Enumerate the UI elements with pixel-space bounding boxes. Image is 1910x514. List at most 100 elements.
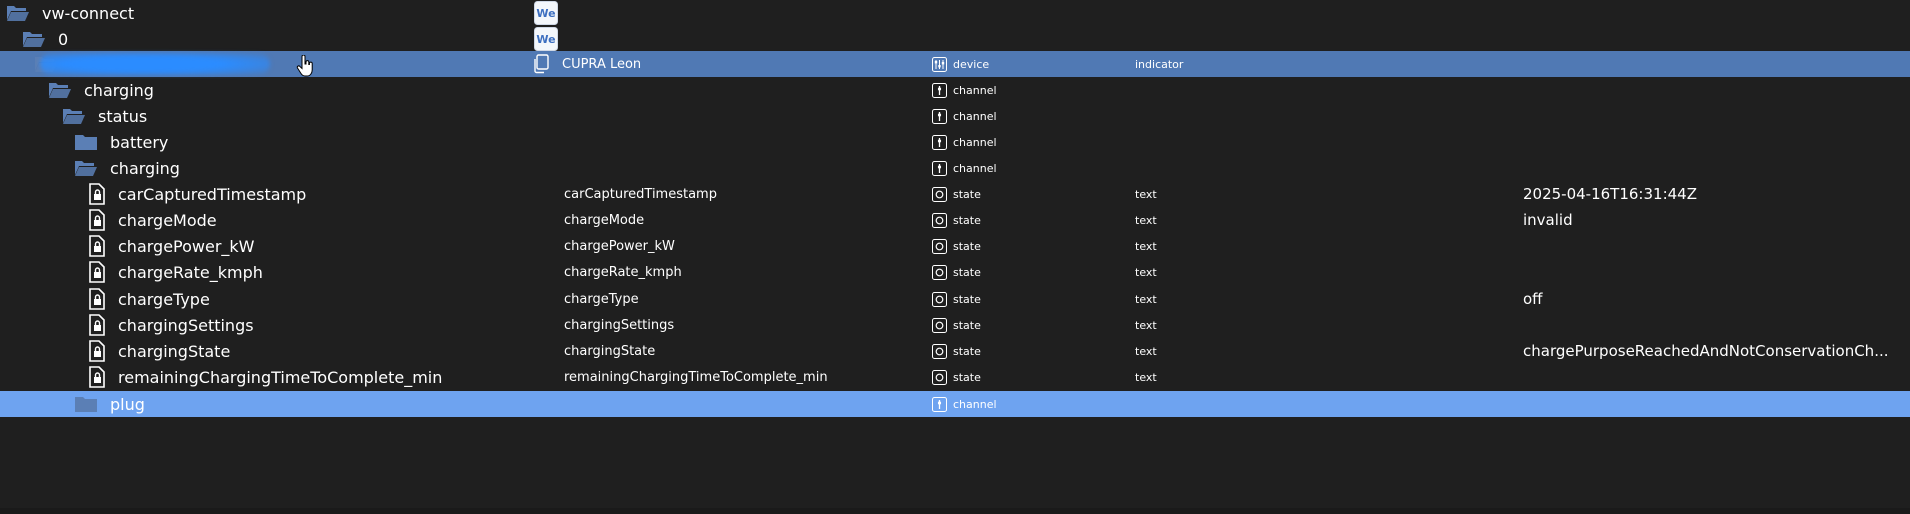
object-role-text: channel (953, 397, 997, 411)
object-role-cell: device (932, 51, 989, 77)
tree-row[interactable]: chargeType chargeType state text off (0, 286, 1910, 312)
object-name-text: chargeType (564, 291, 639, 307)
object-value-cell[interactable]: invalid (1523, 207, 1573, 233)
hand-pointer-icon (296, 54, 314, 77)
copy-icon[interactable] (532, 54, 550, 74)
object-role-cell: channel (932, 77, 997, 103)
channel-icon (932, 82, 947, 98)
tree-node-label: 0 (58, 29, 69, 49)
object-role-cell: state (932, 259, 981, 285)
folder-open-icon[interactable] (48, 80, 72, 100)
folder-open-icon[interactable] (22, 29, 46, 49)
object-name-cell: chargeType (564, 286, 639, 312)
object-name-text: chargeMode (564, 212, 645, 228)
object-role-text: state (953, 318, 981, 332)
tree-node-label: chargingSettings (118, 315, 254, 335)
tree-node[interactable]: remainingChargingTimeToComplete_min (88, 364, 442, 390)
lock-file-icon[interactable] (88, 209, 106, 231)
lock-file-icon[interactable] (88, 340, 106, 362)
tree-row[interactable]: vw-connect We (0, 0, 1910, 26)
tree-row[interactable]: charging channel (0, 77, 1910, 103)
state-circle-icon (932, 343, 947, 359)
folder-open-icon[interactable] (6, 3, 30, 23)
object-value-cell[interactable]: 2025-04-16T16:31:44Z (1523, 181, 1697, 207)
object-type-cell: text (1135, 213, 1157, 227)
tree-node[interactable]: chargeMode (88, 207, 217, 233)
tree-node[interactable]: chargingSettings (88, 312, 254, 338)
channel-icon (932, 160, 947, 176)
tree-row[interactable]: CUPRA Leon device indicator (0, 51, 1910, 77)
tree-node[interactable]: chargingState (88, 338, 230, 364)
tree-node-label: chargeRate_kmph (118, 262, 263, 282)
tree-node[interactable]: chargePower_kW (88, 233, 255, 259)
object-type-cell: text (1135, 239, 1157, 253)
tree-row[interactable]: chargingSettings chargingSettings state tex… (0, 312, 1910, 338)
object-name-text: chargingSettings (564, 317, 675, 333)
object-type-cell: text (1135, 370, 1157, 384)
tree-node[interactable]: battery (74, 129, 168, 155)
object-value-cell[interactable]: chargePurposeReachedAndNotConservationCh… (1523, 338, 1889, 364)
tree-node[interactable]: 0 (22, 26, 68, 52)
tree-node[interactable]: plug (74, 391, 145, 417)
object-role-cell: channel (932, 103, 997, 129)
we-adapter-icon: We (534, 1, 558, 25)
object-role-cell: state (932, 338, 981, 364)
tree-node[interactable]: charging (48, 77, 154, 103)
object-role-cell: state (932, 207, 981, 233)
object-name-cell: remainingChargingTimeToComplete_min (564, 364, 828, 390)
object-name-cell: carCapturedTimestamp (564, 181, 717, 207)
object-name-cell: chargingState (564, 338, 655, 364)
tree-row[interactable]: 0 We (0, 26, 1910, 52)
tree-row[interactable]: remainingChargingTimeToComplete_min remai… (0, 364, 1910, 390)
tree-node[interactable]: vw-connect (6, 0, 134, 26)
object-name-cell: CUPRA Leon (532, 51, 641, 77)
object-role-text: state (953, 187, 981, 201)
lock-file-icon[interactable] (88, 235, 106, 257)
lock-file-icon[interactable] (88, 261, 106, 283)
object-name-text: chargePower_kW (564, 238, 675, 254)
object-role-cell: state (932, 181, 981, 207)
lock-file-icon[interactable] (88, 288, 106, 310)
tree-node-label: remainingChargingTimeToComplete_min (118, 367, 443, 387)
we-adapter-icon: We (534, 27, 558, 51)
object-role-cell: channel (932, 129, 997, 155)
lock-file-icon[interactable] (88, 366, 106, 388)
lock-file-icon[interactable] (88, 314, 106, 336)
tree-node[interactable]: charging (74, 155, 180, 181)
tree-row[interactable]: chargeMode chargeMode state text invalid (0, 207, 1910, 233)
tree-row[interactable]: plug channel (0, 391, 1910, 417)
tree-row[interactable]: chargingState chargingState state text charg… (0, 338, 1910, 364)
lock-file-icon[interactable] (88, 183, 106, 205)
bottom-strip (0, 508, 1910, 514)
tree-node-label: charging (84, 80, 154, 100)
tree-row[interactable]: status channel (0, 103, 1910, 129)
tree-node[interactable]: status (62, 103, 147, 129)
state-circle-icon (932, 291, 947, 307)
tree-node-label: chargingState (118, 341, 231, 361)
tree-node[interactable]: carCapturedTimestamp (88, 181, 306, 207)
folder-closed-icon[interactable] (74, 394, 98, 414)
object-name-cell: We (534, 0, 558, 26)
object-role-cell: channel (932, 391, 997, 417)
object-role-text: state (953, 292, 981, 306)
object-name-text: chargeRate_kmph (564, 264, 682, 280)
folder-closed-icon[interactable] (74, 132, 98, 152)
svg-text:We: We (536, 7, 555, 20)
state-circle-icon (932, 212, 947, 228)
object-name-cell: chargeRate_kmph (564, 259, 682, 285)
tree-row[interactable]: carCapturedTimestamp carCapturedTimestamp… (0, 181, 1910, 207)
tree-row[interactable]: chargeRate_kmph chargeRate_kmph state text (0, 259, 1910, 285)
tree-row[interactable]: battery channel (0, 129, 1910, 155)
channel-icon (932, 108, 947, 124)
tree-node[interactable]: chargeType (88, 286, 210, 312)
folder-open-icon[interactable] (62, 106, 86, 126)
tree-node[interactable]: chargeRate_kmph (88, 259, 263, 285)
folder-open-icon[interactable] (74, 158, 98, 178)
tree-row[interactable]: charging channel (0, 155, 1910, 181)
tree-node-label: charging (110, 158, 180, 178)
tree-row[interactable]: chargePower_kW chargePower_kW state text (0, 233, 1910, 259)
object-value-cell[interactable]: off (1523, 286, 1543, 312)
tree-node-label: chargePower_kW (118, 236, 255, 256)
object-name-cell: chargeMode (564, 207, 644, 233)
state-circle-icon (932, 317, 947, 333)
